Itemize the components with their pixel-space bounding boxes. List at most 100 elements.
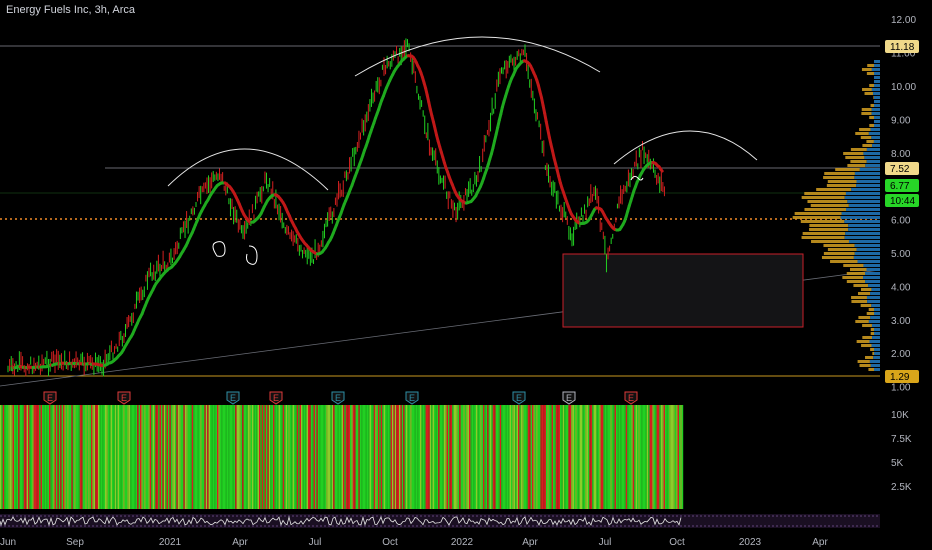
price-tick: 12.00	[891, 15, 916, 26]
volume-bar	[292, 405, 294, 509]
volume-bar	[399, 405, 401, 509]
volume-bar	[35, 405, 37, 509]
right-shoulder-arc	[613, 130, 758, 165]
volume-bar	[366, 405, 369, 509]
price-tick: 2.00	[891, 349, 911, 360]
volume-profile-bar-blue	[871, 88, 880, 91]
volume-profile-bar-blue	[863, 152, 880, 155]
volume-bar	[674, 405, 677, 509]
volume-bar	[68, 405, 70, 509]
volume-bar	[173, 405, 175, 509]
volume-bar	[576, 405, 579, 509]
volume-bar	[428, 405, 430, 509]
volume-bar	[652, 405, 654, 509]
volume-bar	[273, 405, 275, 509]
volume-profile-bar-blue	[874, 60, 880, 63]
volume-bar	[99, 405, 101, 509]
volume-bar	[386, 405, 388, 509]
volume-bar	[621, 405, 623, 509]
volume-bar	[572, 405, 574, 509]
volume-bar	[246, 405, 248, 509]
volume-bar	[445, 405, 447, 509]
volume-profile-bar-gold	[868, 308, 874, 311]
volume-bar	[390, 405, 392, 509]
volume-bar	[396, 405, 398, 509]
volume-bar	[253, 405, 255, 509]
volume-bar	[82, 405, 84, 509]
volume-bar	[392, 405, 394, 509]
volume-bar	[639, 405, 642, 509]
volume-profile-bar-gold	[861, 112, 872, 115]
volume-bar	[165, 405, 167, 509]
volume-bar	[533, 405, 535, 509]
volume-profile-bar-gold	[860, 304, 872, 307]
volume-profile-bar-blue	[874, 104, 880, 107]
volume-bar	[280, 405, 282, 509]
volume-bar	[453, 405, 455, 509]
volume-bar	[191, 405, 194, 509]
volume-bar	[169, 405, 171, 509]
volume-profile-bar-blue	[863, 276, 880, 279]
volume-bar	[645, 405, 647, 509]
volume-bar	[480, 405, 482, 509]
volume-bar	[375, 405, 377, 509]
volume-bar	[317, 405, 320, 509]
volume-profile-bar-blue	[848, 224, 880, 227]
volume-profile-bar-gold	[835, 168, 860, 171]
volume-bar	[546, 405, 548, 509]
volume-bar	[128, 405, 131, 509]
volume-bar	[449, 405, 451, 509]
volume-profile-bar-gold	[809, 224, 849, 227]
volume-bar	[481, 405, 483, 509]
volume-bar	[441, 405, 443, 509]
volume-bar	[518, 405, 520, 509]
volume-bar	[424, 405, 426, 509]
volume-bar	[442, 405, 444, 509]
chart-canvas[interactable]: 12.0011.0010.009.008.007.006.005.004.003…	[0, 0, 932, 550]
volume-bar	[9, 405, 12, 509]
volume-bar	[471, 405, 474, 509]
volume-bar	[406, 405, 408, 509]
volume-bar	[75, 405, 77, 509]
earnings-label: E	[47, 393, 53, 403]
volume-bar	[211, 405, 213, 509]
volume-profile	[792, 60, 880, 371]
volume-bar	[100, 405, 103, 509]
volume-bar	[383, 405, 385, 509]
volume-bar	[32, 405, 34, 509]
price-axis: 12.0011.0010.009.008.007.006.005.004.003…	[885, 15, 919, 394]
volume-bar	[625, 405, 628, 509]
volume-bar	[420, 405, 422, 509]
volume-bar	[50, 405, 52, 509]
volume-bar	[484, 405, 486, 509]
volume-profile-bar-blue	[847, 200, 880, 203]
volume-bar	[592, 405, 594, 509]
volume-bar	[400, 405, 402, 509]
earnings-label: E	[566, 393, 572, 403]
volume-bar	[166, 405, 168, 509]
volume-bar	[26, 405, 28, 509]
volume-bar	[71, 405, 73, 509]
volume-bar	[376, 405, 378, 509]
volume-profile-bar-gold	[801, 196, 845, 199]
volume-bar	[256, 405, 258, 509]
volume-bar	[79, 405, 82, 509]
volume-profile-bar-blue	[874, 348, 880, 351]
volume-bar	[161, 405, 163, 509]
volume-bar	[28, 405, 30, 509]
volume-bar	[147, 405, 149, 509]
volume-bar	[60, 405, 62, 509]
volume-bar	[198, 405, 201, 509]
volume-bar	[271, 405, 273, 509]
price-tick: 4.00	[891, 282, 911, 293]
volume-bar	[189, 405, 191, 509]
volume-profile-bar-blue	[854, 176, 880, 179]
volume-profile-bar-gold	[811, 240, 849, 243]
volume-bar	[16, 405, 19, 509]
volume-bar	[138, 405, 140, 509]
volume-bar	[676, 405, 678, 509]
volume-bar	[1, 405, 3, 509]
volume-profile-bar-blue	[874, 64, 880, 67]
volume-bar	[337, 405, 339, 509]
volume-bar	[418, 405, 420, 509]
